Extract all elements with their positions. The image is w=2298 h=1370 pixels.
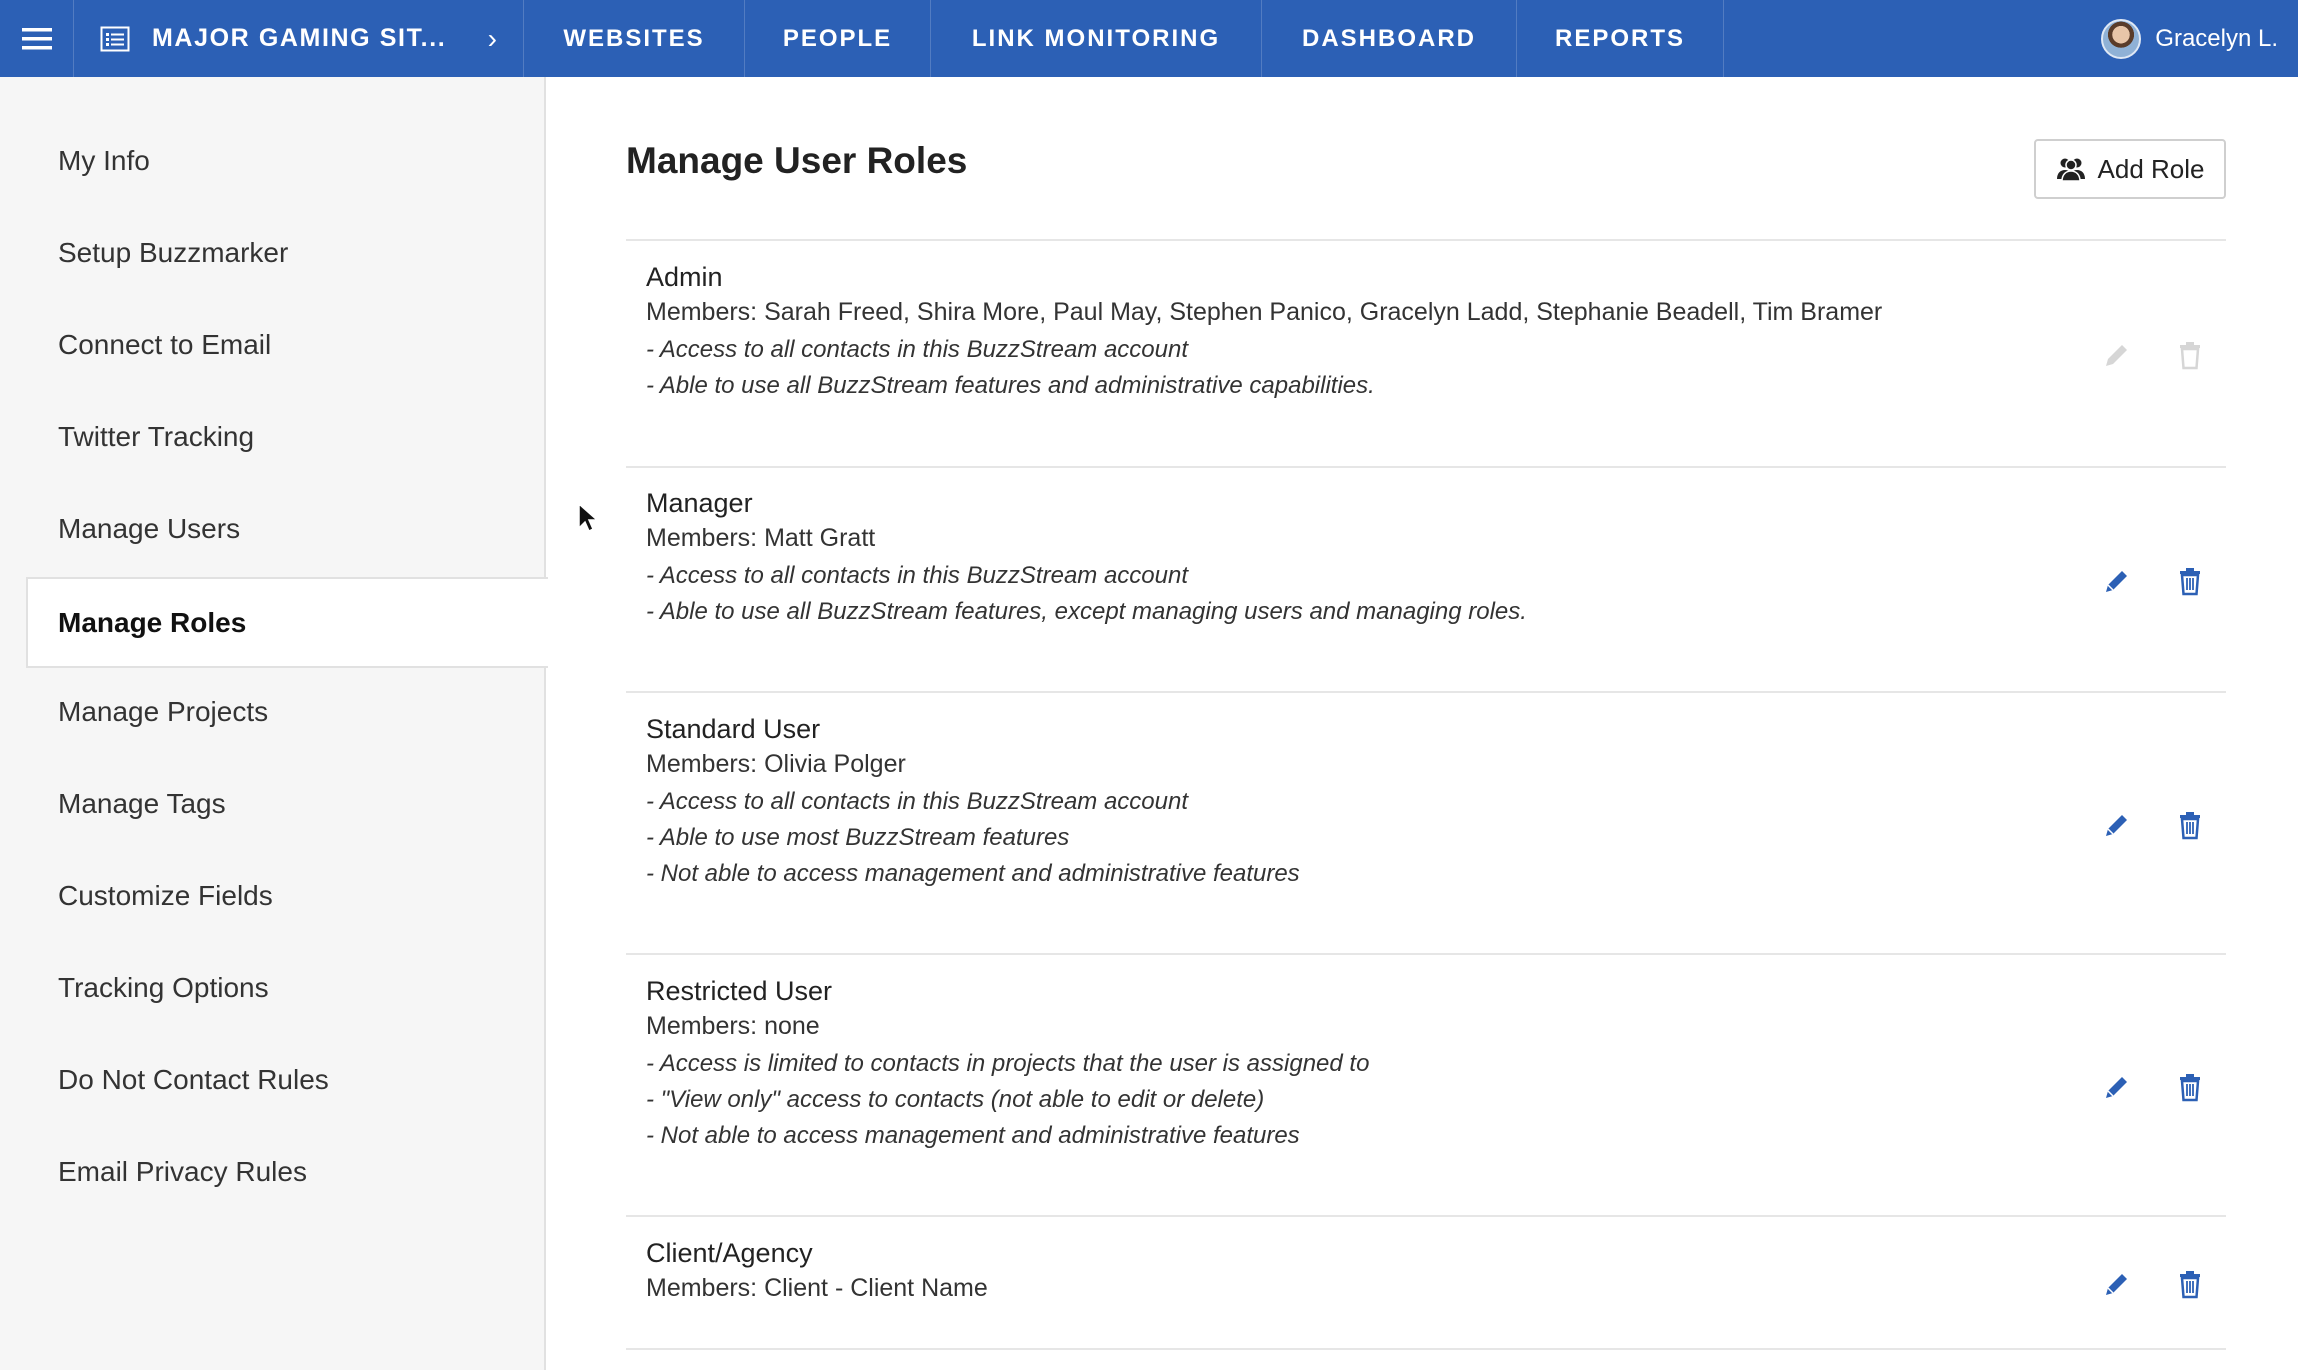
- sidebar-item-manage-roles[interactable]: Manage Roles: [26, 577, 548, 668]
- divider: [626, 953, 2226, 955]
- divider: [626, 1348, 2226, 1350]
- add-role-button[interactable]: Add Role: [2034, 139, 2226, 199]
- user-menu[interactable]: Gracelyn L.: [2101, 0, 2298, 77]
- role-members: Members: Sarah Freed, Shira More, Paul M…: [646, 298, 1883, 326]
- project-name: MAJOR GAMING SIT...: [152, 24, 447, 52]
- tab-people[interactable]: PEOPLE: [745, 0, 931, 77]
- sidebar-item-tracking-options[interactable]: Tracking Options: [58, 972, 269, 1004]
- edit-pencil-icon-disabled: [2100, 338, 2134, 372]
- divider: [626, 1215, 2226, 1217]
- top-navigation-bar: MAJOR GAMING SIT... › WEBSITES PEOPLE LI…: [0, 0, 2298, 77]
- tab-websites[interactable]: WEBSITES: [524, 0, 745, 77]
- divider: [626, 691, 2226, 693]
- sidebar-item-manage-tags[interactable]: Manage Tags: [58, 788, 226, 820]
- project-selector[interactable]: MAJOR GAMING SIT... ›: [74, 0, 524, 77]
- sidebar-item-label: Manage Roles: [58, 607, 247, 638]
- role-description-line: - Not able to access management and admi…: [646, 1122, 1300, 1149]
- sidebar-item-do-not-contact-rules[interactable]: Do Not Contact Rules: [58, 1064, 329, 1096]
- edit-pencil-icon[interactable]: [2100, 1267, 2134, 1301]
- sidebar-item-setup-buzzmarker[interactable]: Setup Buzzmarker: [58, 237, 288, 269]
- role-description-line: - Able to use most BuzzStream features: [646, 824, 1070, 851]
- role-members: Members: Client - Client Name: [646, 1274, 988, 1302]
- role-members: Members: Olivia Polger: [646, 750, 906, 778]
- tab-link-monitoring[interactable]: LINK MONITORING: [931, 0, 1262, 77]
- hamburger-menu-icon[interactable]: [0, 0, 74, 77]
- divider: [626, 239, 2226, 241]
- sidebar-item-email-privacy-rules[interactable]: Email Privacy Rules: [58, 1156, 307, 1188]
- sidebar-item-customize-fields[interactable]: Customize Fields: [58, 880, 273, 912]
- role-name: Admin: [646, 262, 723, 292]
- role-description-line: - Access is limited to contacts in proje…: [646, 1050, 1370, 1077]
- settings-sidebar: My Info Setup Buzzmarker Connect to Emai…: [0, 77, 548, 1370]
- user-name: Gracelyn L.: [2155, 24, 2278, 52]
- users-icon: [2056, 158, 2085, 181]
- role-description-line: - Access to all contacts in this BuzzStr…: [646, 336, 1189, 363]
- trash-icon[interactable]: [2173, 564, 2207, 598]
- sidebar-item-manage-users[interactable]: Manage Users: [58, 513, 240, 545]
- role-name: Standard User: [646, 714, 821, 744]
- tab-dashboard[interactable]: DASHBOARD: [1262, 0, 1517, 77]
- role-description-line: - Access to all contacts in this BuzzStr…: [646, 788, 1189, 815]
- role-members: Members: Matt Gratt: [646, 524, 876, 552]
- edit-pencil-icon[interactable]: [2100, 1070, 2134, 1104]
- edit-pencil-icon[interactable]: [2100, 808, 2134, 842]
- role-description-line: - Access to all contacts in this BuzzStr…: [646, 562, 1189, 589]
- role-name: Manager: [646, 488, 753, 518]
- trash-icon[interactable]: [2173, 808, 2207, 842]
- sidebar-item-my-info[interactable]: My Info: [58, 145, 150, 177]
- role-description-line: - Not able to access management and admi…: [646, 860, 1300, 887]
- add-role-label: Add Role: [2097, 153, 2205, 184]
- main-content: Manage User Roles Add Role Admin Members…: [546, 77, 2298, 1370]
- role-description-line: - Able to use all BuzzStream features, e…: [646, 598, 1527, 625]
- divider: [626, 466, 2226, 468]
- role-name: Client/Agency: [646, 1238, 813, 1268]
- sidebar-item-manage-projects[interactable]: Manage Projects: [58, 696, 268, 728]
- sidebar-item-twitter-tracking[interactable]: Twitter Tracking: [58, 421, 254, 453]
- mouse-cursor-icon: [578, 503, 598, 533]
- sidebar-item-connect-to-email[interactable]: Connect to Email: [58, 329, 271, 361]
- page-title: Manage User Roles: [626, 140, 968, 181]
- edit-pencil-icon[interactable]: [2100, 564, 2134, 598]
- trash-icon[interactable]: [2173, 1267, 2207, 1301]
- avatar: [2101, 18, 2142, 59]
- trash-icon-disabled: [2173, 338, 2207, 372]
- chevron-right-icon: ›: [487, 22, 497, 54]
- trash-icon[interactable]: [2173, 1070, 2207, 1104]
- role-name: Restricted User: [646, 976, 833, 1006]
- role-members: Members: none: [646, 1012, 820, 1040]
- project-list-icon: [100, 26, 130, 52]
- role-description-line: - "View only" access to contacts (not ab…: [646, 1086, 1265, 1113]
- role-description-line: - Able to use all BuzzStream features an…: [646, 372, 1375, 399]
- tab-reports[interactable]: REPORTS: [1517, 0, 1724, 77]
